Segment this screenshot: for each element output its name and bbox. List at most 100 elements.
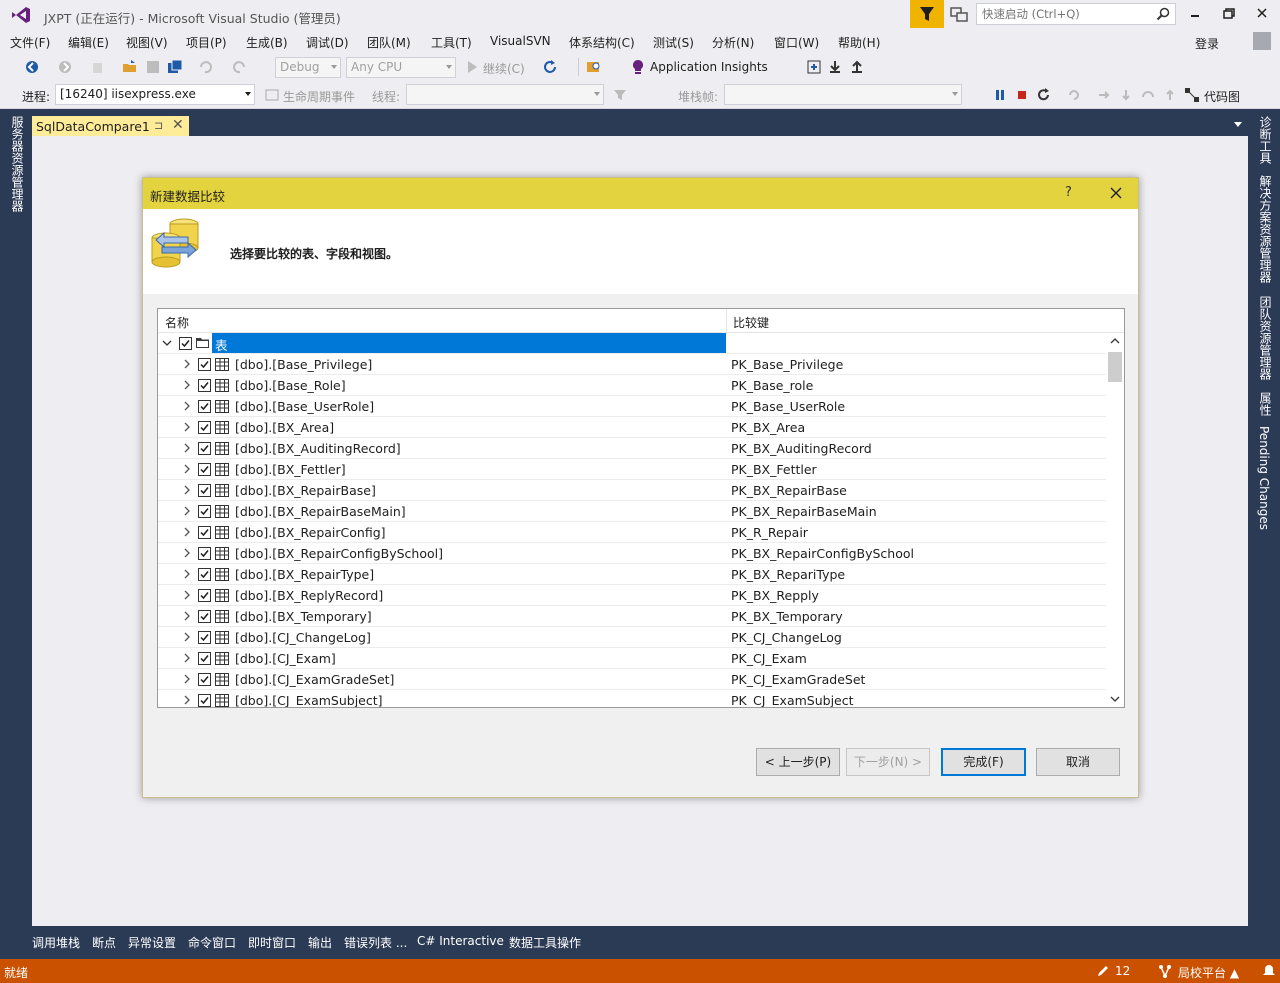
search-icon[interactable]: [1155, 6, 1171, 22]
table-checkbox[interactable]: [198, 526, 211, 539]
table-checkbox[interactable]: [198, 694, 211, 707]
menu-project[interactable]: 项目(P): [186, 34, 227, 51]
lifecycle-events-icon[interactable]: [264, 87, 280, 103]
tab-exception-settings[interactable]: 异常设置: [128, 934, 176, 951]
navigate-back-icon[interactable]: [24, 59, 40, 75]
table-checkbox[interactable]: [198, 589, 211, 602]
notification-bell-icon[interactable]: [1262, 964, 1276, 978]
table-row[interactable]: [dbo].[BX_RepairBaseMain] PK_BX_RepairBas…: [158, 501, 1106, 522]
menu-build[interactable]: 生成(B): [246, 34, 288, 51]
tab-immediate-window[interactable]: 即时窗口: [248, 934, 296, 951]
tab-close-icon[interactable]: ✕: [172, 117, 184, 133]
comparison-key[interactable]: PK_BX_RepariType: [731, 567, 845, 582]
chevron-right-icon[interactable]: [182, 694, 192, 706]
solution-platform-dropdown[interactable]: Any CPU: [346, 57, 456, 78]
comparison-key[interactable]: PK_Base_UserRole: [731, 399, 845, 414]
application-insights-icon[interactable]: [630, 59, 646, 75]
step-into-icon[interactable]: [1096, 87, 1112, 103]
redo-icon[interactable]: [232, 59, 248, 75]
menu-architecture[interactable]: 体系结构(C): [569, 34, 635, 51]
chevron-right-icon[interactable]: [182, 379, 192, 391]
quick-launch-box[interactable]: [976, 3, 1176, 25]
comparison-key[interactable]: PK_BX_RepairConfigBySchool: [731, 546, 914, 561]
tab-output[interactable]: 输出: [308, 934, 332, 951]
minimize-icon[interactable]: [1183, 4, 1207, 24]
comparison-key[interactable]: PK_CJ_ExamGradeSet: [731, 672, 865, 687]
new-project-icon[interactable]: [90, 59, 106, 75]
table-row[interactable]: [dbo].[Base_Role] PK_Base_role: [158, 375, 1106, 396]
help-button[interactable]: ?: [1065, 185, 1072, 200]
comparison-key[interactable]: PK_CJ_ExamSubject: [731, 693, 854, 707]
table-row[interactable]: [dbo].[BX_RepairBase] PK_BX_RepairBase: [158, 480, 1106, 501]
pending-changes-tab[interactable]: Pending Changes: [1257, 426, 1271, 530]
properties-tab[interactable]: 属性: [1257, 392, 1274, 416]
solution-explorer-tab[interactable]: 解决方案资源管理器: [1257, 175, 1274, 283]
process-dropdown[interactable]: [16240] iisexpress.exe: [55, 84, 255, 105]
chevron-right-icon[interactable]: [182, 442, 192, 454]
table-row[interactable]: [dbo].[BX_RepairConfig] PK_R_Repair: [158, 522, 1106, 543]
step-out-icon[interactable]: [1140, 87, 1156, 103]
table-checkbox[interactable]: [198, 652, 211, 665]
step-back-icon[interactable]: [1162, 87, 1178, 103]
comparison-key[interactable]: PK_Base_role: [731, 378, 813, 393]
feedback-icon[interactable]: [948, 5, 970, 25]
stack-frame-dropdown[interactable]: [724, 84, 962, 105]
comparison-key[interactable]: PK_CJ_Exam: [731, 651, 807, 666]
scroll-up-icon[interactable]: [1110, 337, 1120, 345]
dialog-close-icon[interactable]: [1106, 183, 1126, 203]
find-icon[interactable]: [586, 59, 602, 75]
avatar[interactable]: [1253, 32, 1271, 50]
table-row[interactable]: [dbo].[CJ_ExamSubject] PK_CJ_ExamSubject: [158, 690, 1106, 707]
menu-view[interactable]: 视图(V): [126, 34, 168, 51]
tab-error-list[interactable]: 错误列表 ...: [344, 934, 407, 951]
code-map-button[interactable]: 代码图: [1204, 88, 1240, 105]
column-divider[interactable]: [726, 309, 727, 333]
tab-csharp-interactive[interactable]: C# Interactive: [417, 934, 504, 948]
menu-visualsvn[interactable]: VisualSVN: [490, 34, 551, 48]
save-icon[interactable]: [145, 59, 161, 75]
quick-launch-input[interactable]: [977, 4, 1147, 24]
chevron-right-icon[interactable]: [182, 547, 192, 559]
table-checkbox[interactable]: [198, 442, 211, 455]
table-checkbox[interactable]: [198, 463, 211, 476]
column-header-name[interactable]: 名称: [165, 314, 189, 331]
table-row[interactable]: [dbo].[Base_UserRole] PK_Base_UserRole: [158, 396, 1106, 417]
comparison-key[interactable]: PK_BX_Temporary: [731, 609, 843, 624]
chevron-right-icon[interactable]: [182, 673, 192, 685]
table-row[interactable]: [dbo].[Base_Privilege] PK_Base_Privilege: [158, 354, 1106, 375]
chevron-right-icon[interactable]: [182, 610, 192, 622]
comparison-key[interactable]: PK_R_Repair: [731, 525, 808, 540]
comparison-key[interactable]: PK_BX_RepairBase: [731, 483, 847, 498]
tables-node-label[interactable]: 表: [212, 333, 726, 353]
navigate-forward-icon[interactable]: [57, 59, 73, 75]
download-icon[interactable]: [827, 59, 843, 75]
comparison-key[interactable]: PK_BX_AuditingRecord: [731, 441, 872, 456]
save-all-icon[interactable]: [167, 59, 183, 75]
scrollbar-thumb[interactable]: [1108, 352, 1122, 382]
restore-icon[interactable]: [1217, 4, 1241, 24]
table-checkbox[interactable]: [198, 421, 211, 434]
table-checkbox[interactable]: [198, 547, 211, 560]
table-row[interactable]: [dbo].[BX_Temporary] PK_BX_Temporary: [158, 606, 1106, 627]
menu-analyze[interactable]: 分析(N): [712, 34, 754, 51]
table-checkbox[interactable]: [198, 484, 211, 497]
lifecycle-events-button[interactable]: 生命周期事件: [283, 88, 355, 105]
stop-debugging-icon[interactable]: [1014, 87, 1030, 103]
table-row[interactable]: [dbo].[BX_AuditingRecord] PK_BX_AuditingR…: [158, 438, 1106, 459]
tab-call-stack[interactable]: 调用堆栈: [32, 934, 80, 951]
continue-button[interactable]: 继续(C): [483, 60, 525, 77]
comparison-key[interactable]: PK_BX_Fettler: [731, 462, 817, 477]
comparison-key[interactable]: PK_BX_Repply: [731, 588, 819, 603]
scroll-down-icon[interactable]: [1110, 695, 1120, 703]
pin-icon[interactable]: ⊐: [154, 119, 163, 132]
comparison-key[interactable]: PK_CJ_ChangeLog: [731, 630, 842, 645]
solution-configuration-dropdown[interactable]: Debug: [275, 57, 341, 78]
tab-breakpoints[interactable]: 断点: [92, 934, 116, 951]
table-checkbox[interactable]: [198, 568, 211, 581]
undo-icon[interactable]: [197, 59, 213, 75]
chevron-right-icon[interactable]: [182, 631, 192, 643]
start-icon[interactable]: [464, 59, 480, 75]
previous-button[interactable]: < 上一步(P): [756, 748, 840, 776]
chevron-right-icon[interactable]: [182, 463, 192, 475]
grid-scrollbar[interactable]: [1106, 333, 1124, 707]
